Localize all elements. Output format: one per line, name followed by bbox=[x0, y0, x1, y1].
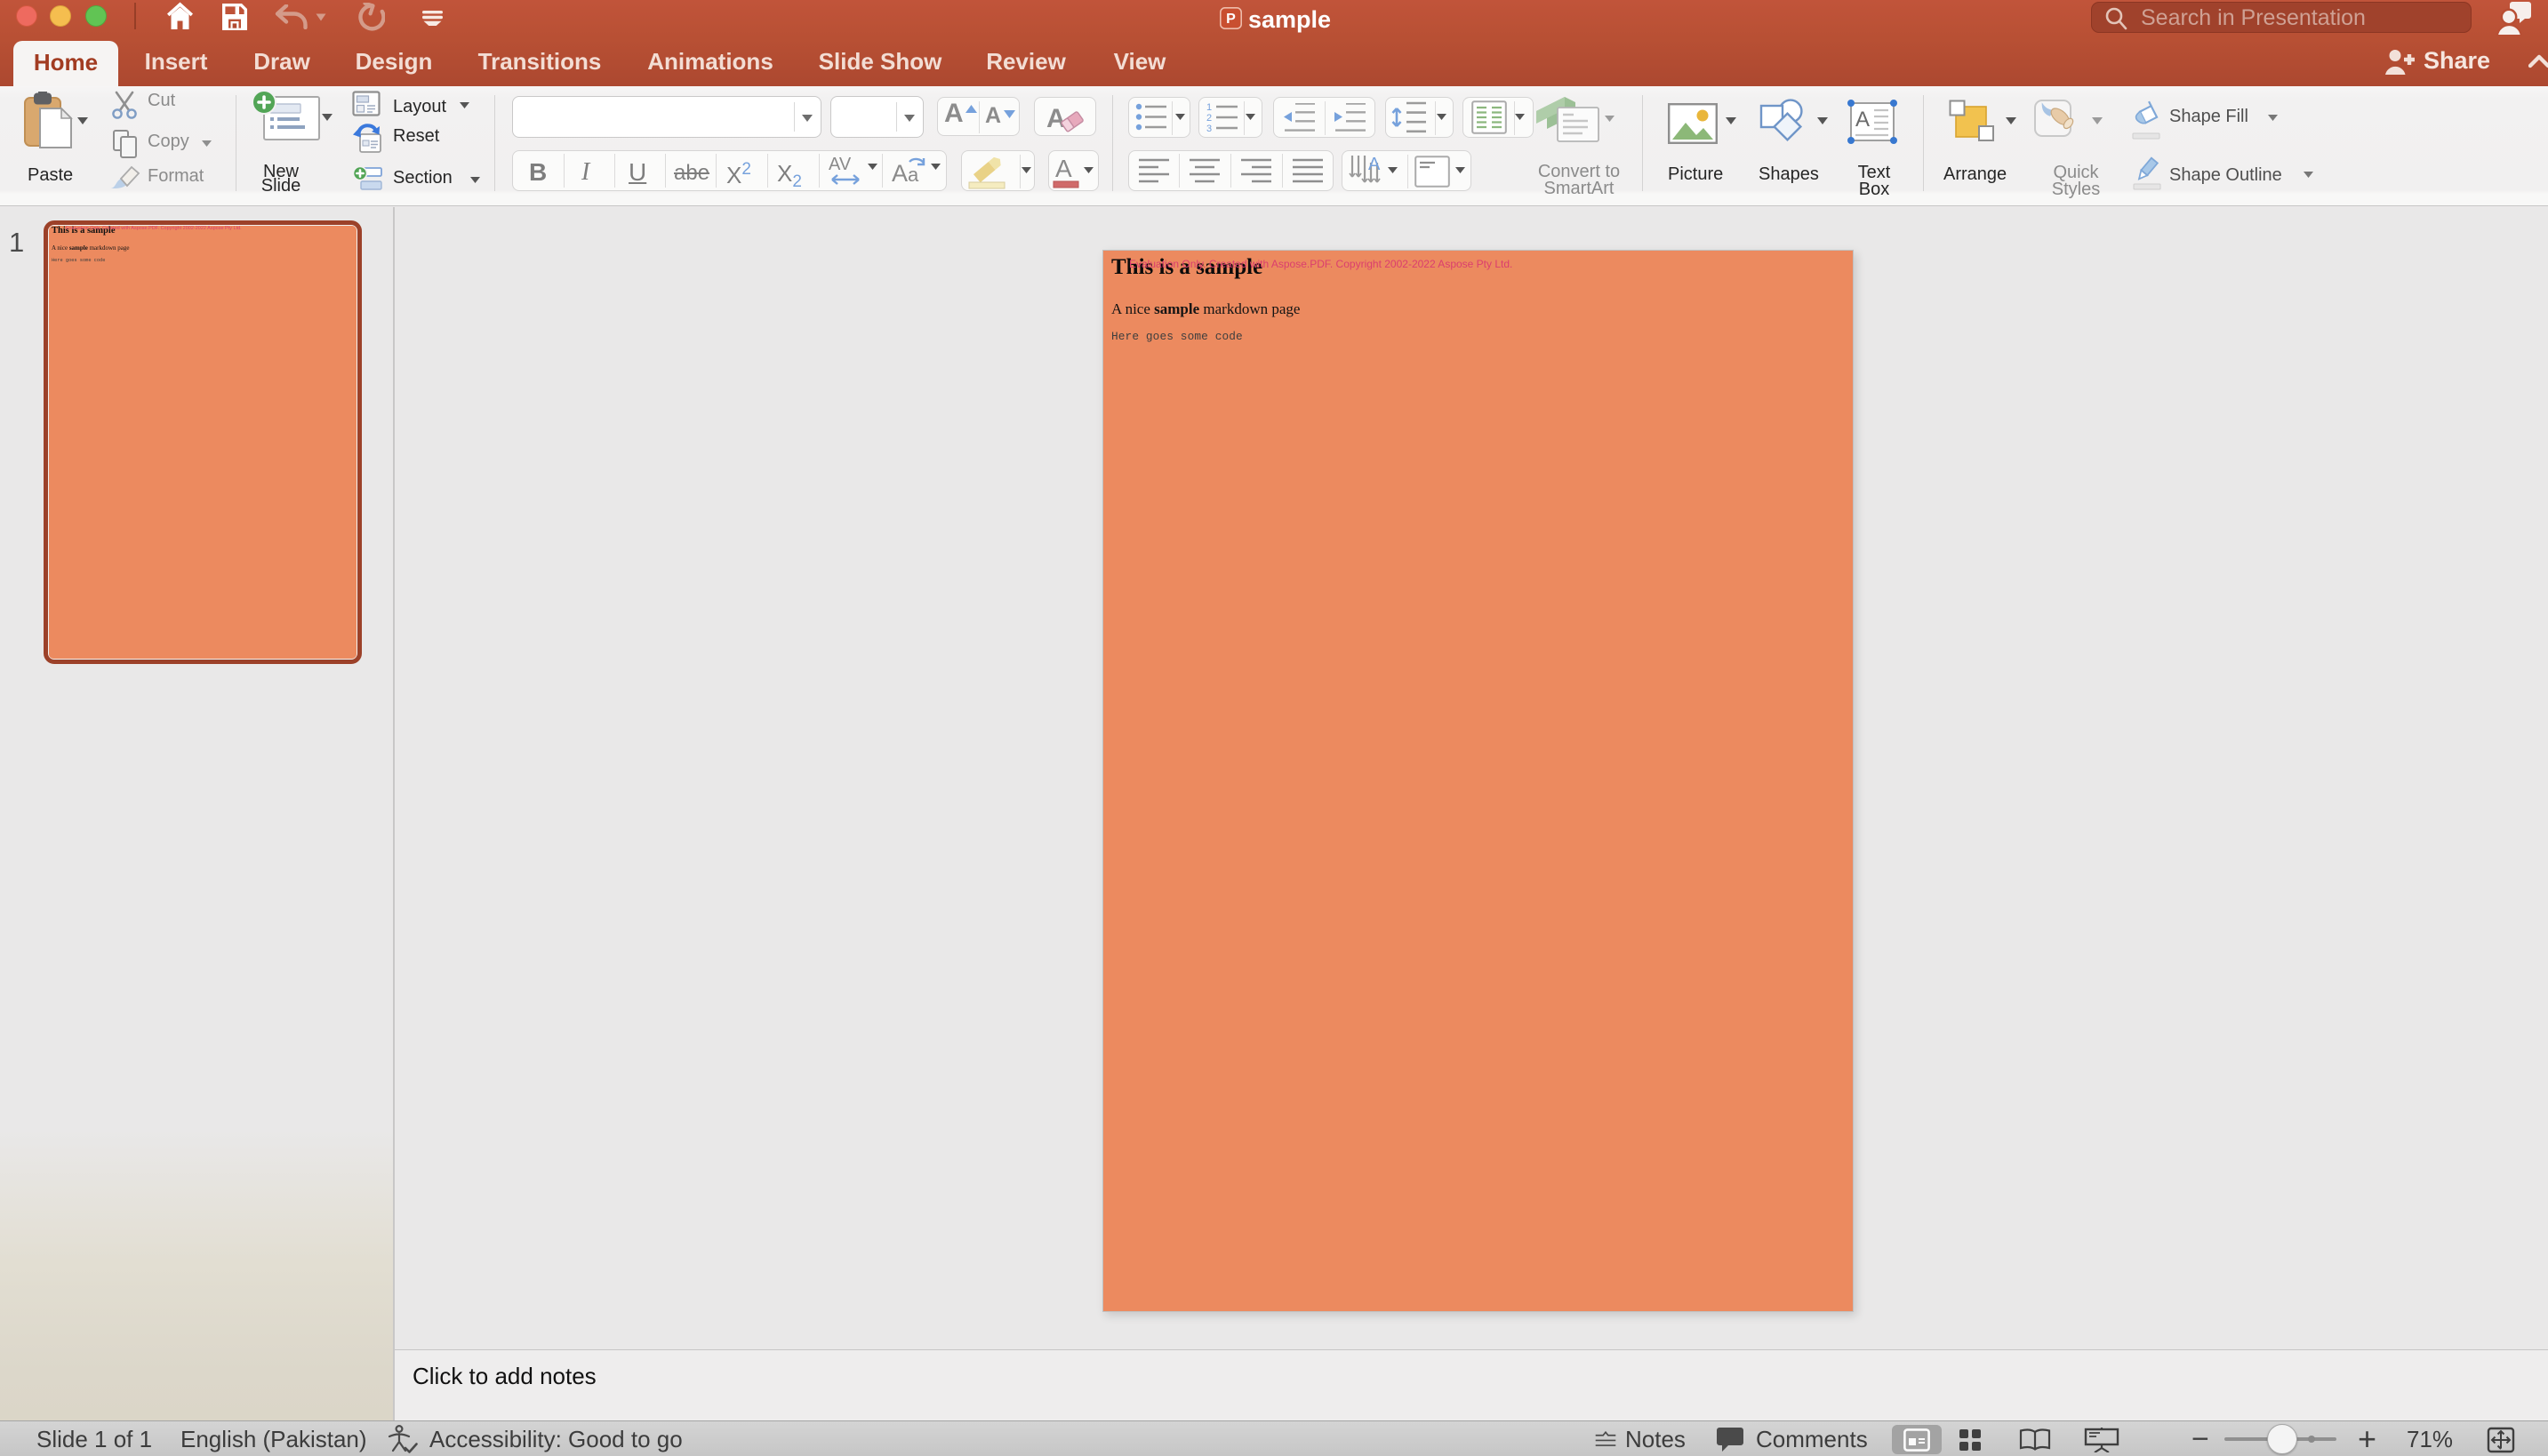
svg-text:3: 3 bbox=[1206, 124, 1212, 134]
svg-text:A: A bbox=[892, 160, 908, 187]
svg-text:P: P bbox=[1226, 12, 1236, 27]
svg-text:A: A bbox=[1046, 104, 1066, 133]
svg-text:1: 1 bbox=[1206, 102, 1212, 113]
svg-text:A: A bbox=[1055, 155, 1072, 182]
svg-text:AV: AV bbox=[829, 155, 852, 174]
svg-text:A: A bbox=[1855, 108, 1870, 132]
svg-text:a: a bbox=[908, 164, 919, 186]
svg-text:A: A bbox=[1368, 155, 1381, 174]
svg-text:2: 2 bbox=[1206, 113, 1212, 124]
